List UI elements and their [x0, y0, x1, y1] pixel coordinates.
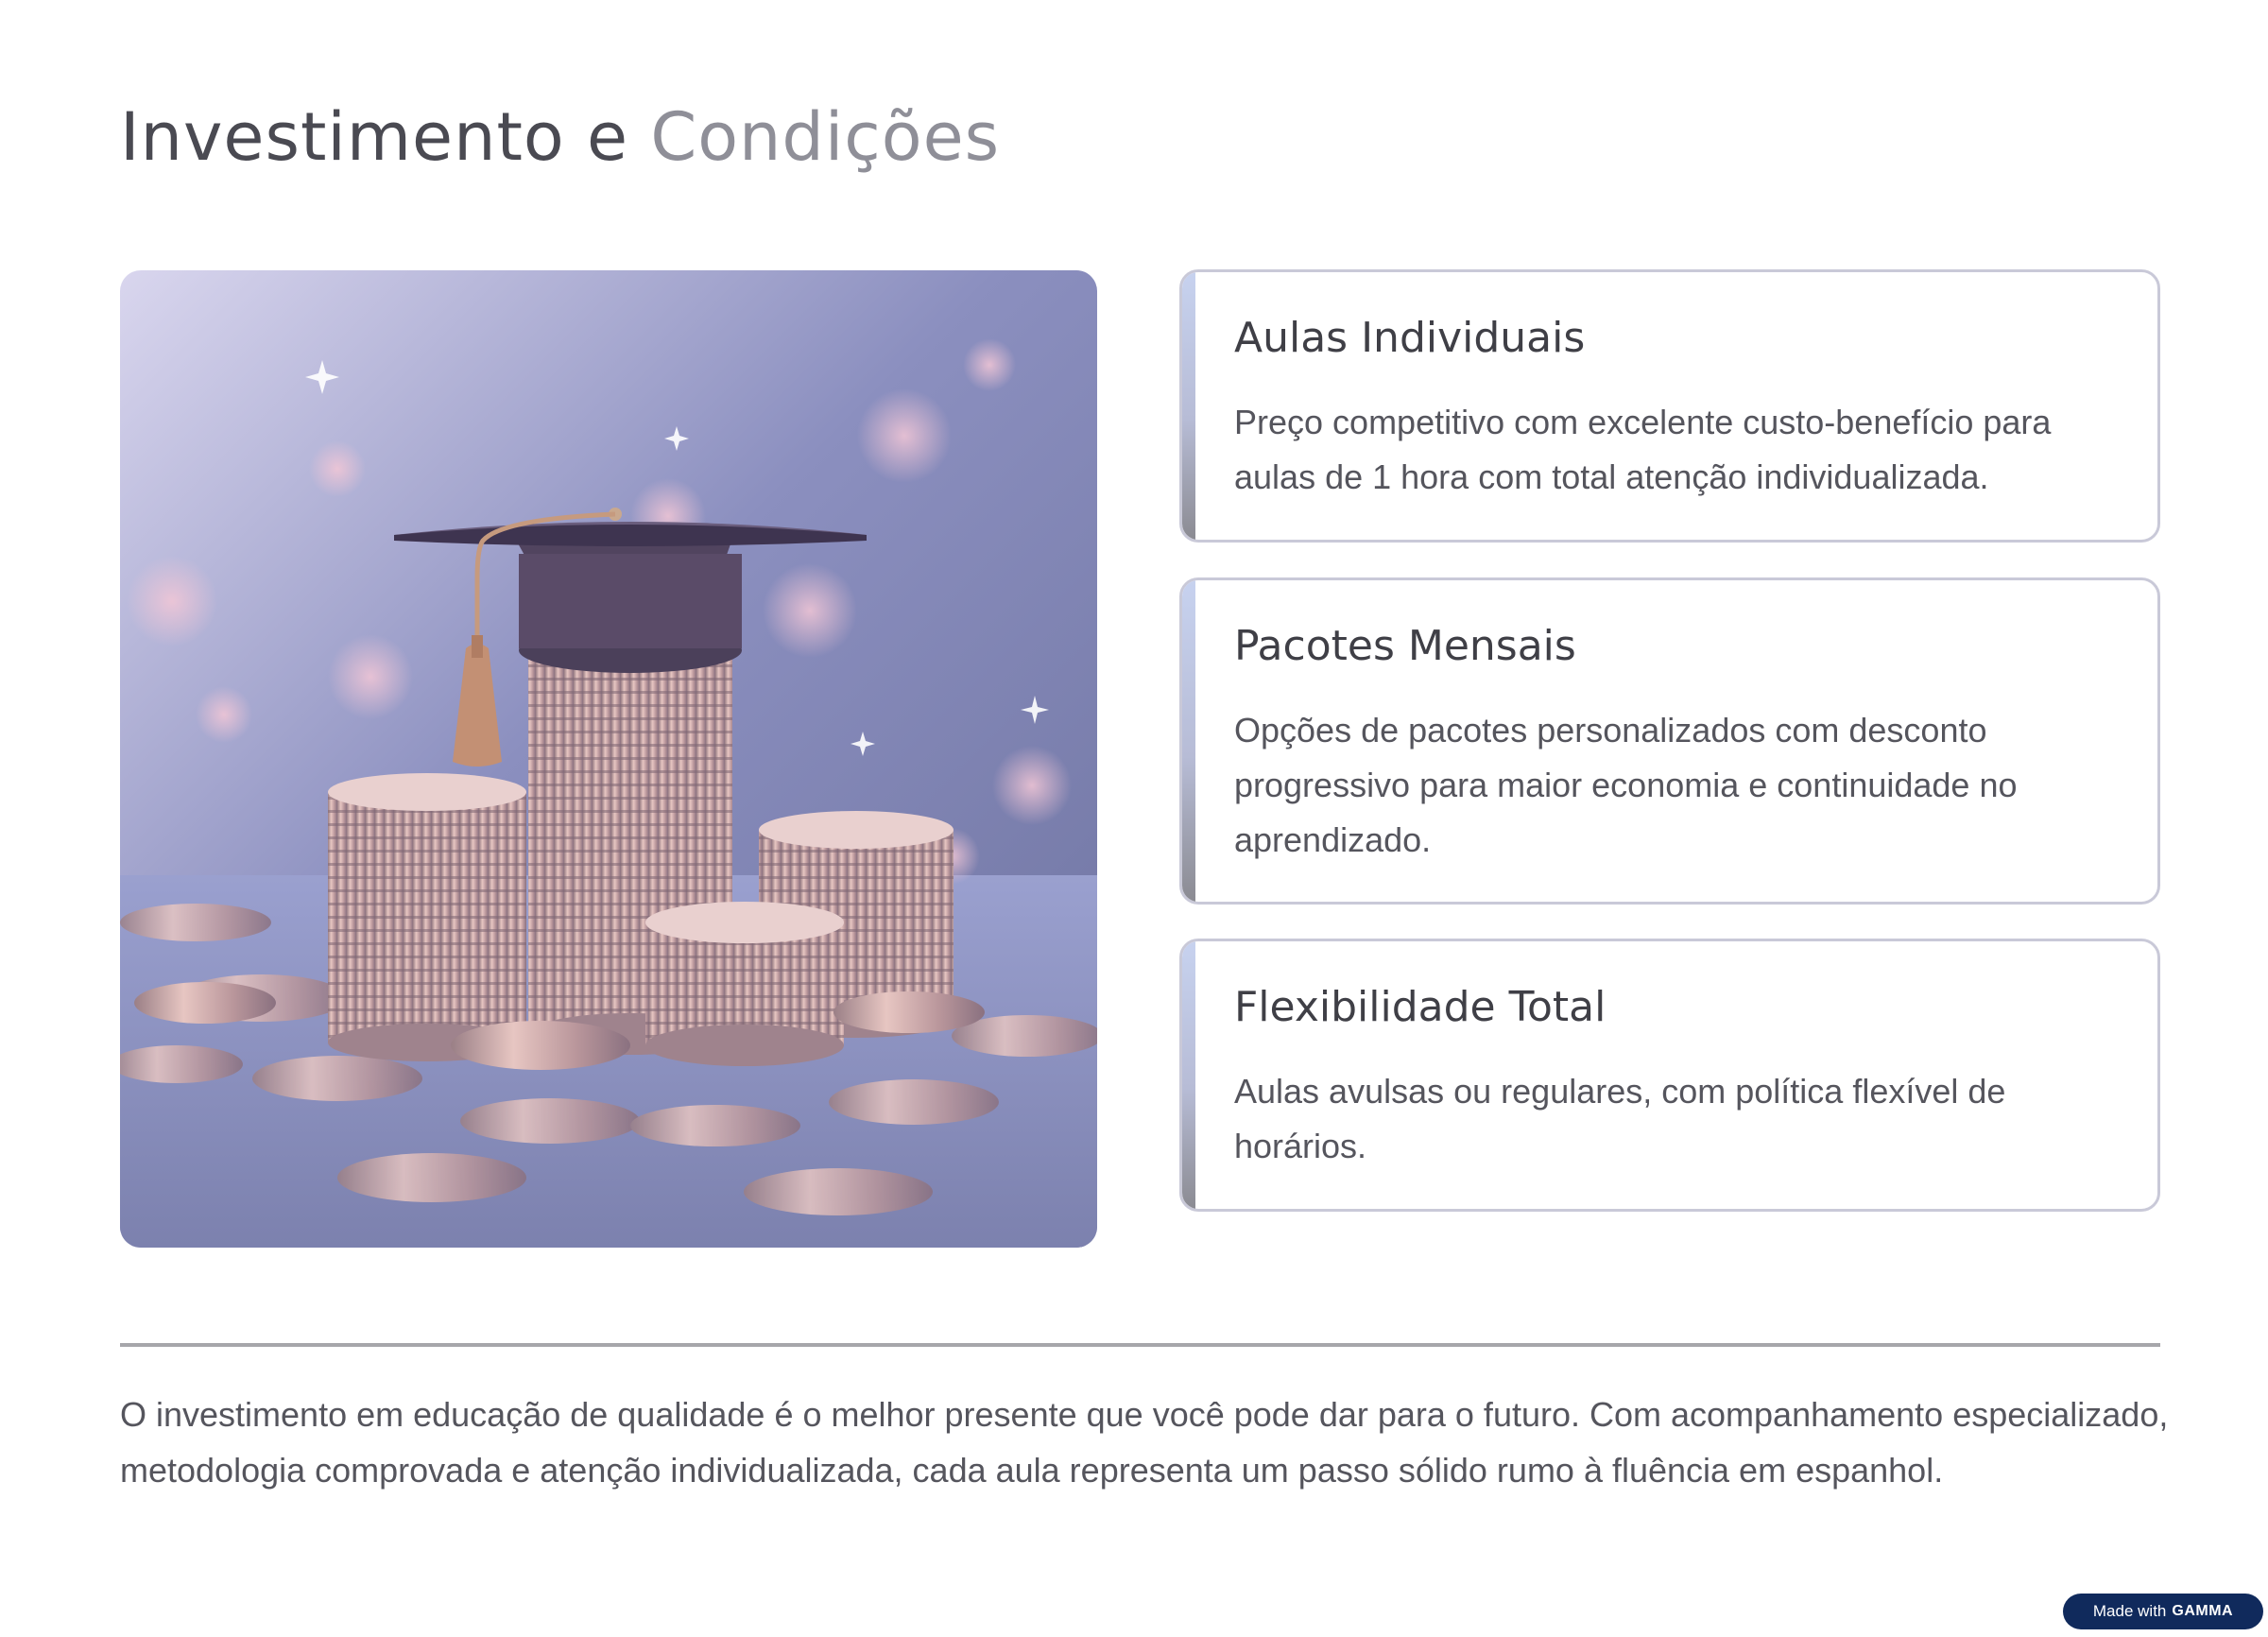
card-accent-bar [1182, 272, 1195, 540]
made-with-gamma-badge[interactable]: Made with GAMMA [2063, 1594, 2263, 1629]
card-title: Aulas Individuais [1234, 314, 1586, 362]
page-title-accent: Condições [650, 98, 1001, 176]
footer-paragraph: O investimento em educação de qualidade … [120, 1395, 2169, 1490]
graduation-cap-coins-icon [120, 270, 1097, 1248]
hero-image [120, 270, 1097, 1248]
card-pacotes-mensais: Pacotes Mensais Opções de pacotes person… [1179, 577, 2160, 905]
card-text: Preço competitivo com excelente custo-be… [1234, 403, 2052, 496]
page-title-main: Investimento e [120, 98, 629, 176]
card-title: Pacotes Mensais [1234, 622, 1576, 670]
card-text: Aulas avulsas ou regulares, com política… [1234, 1072, 2006, 1165]
gamma-logo: GAMMA [2172, 1603, 2234, 1619]
card-flexibilidade-total: Flexibilidade Total Aulas avulsas ou reg… [1179, 939, 2160, 1212]
badge-prefix: Made with [2092, 1602, 2167, 1620]
card-title: Flexibilidade Total [1234, 983, 1606, 1031]
card-aulas-individuais: Aulas Individuais Preço competitivo com … [1179, 269, 2160, 543]
card-text: Opções de pacotes personalizados com des… [1234, 711, 2018, 859]
card-accent-bar [1182, 941, 1195, 1209]
card-accent-bar [1182, 580, 1195, 902]
section-divider [120, 1343, 2160, 1347]
page-title: Investimento e Condições [120, 90, 1000, 184]
